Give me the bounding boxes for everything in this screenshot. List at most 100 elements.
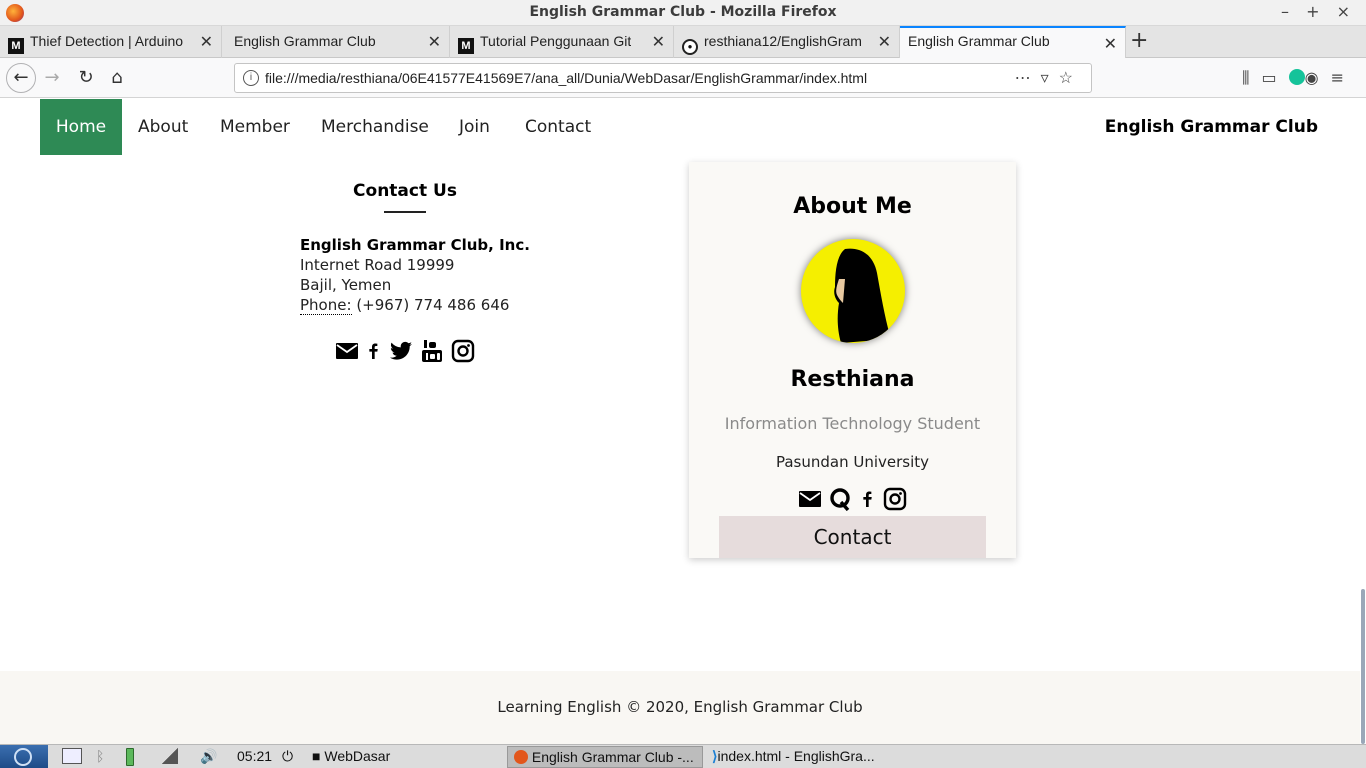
- contact-section: Contact Us English Grammar Club, Inc. In…: [280, 181, 530, 363]
- phone-value: (+967) 774 486 646: [356, 296, 510, 314]
- envelope-icon[interactable]: [335, 339, 359, 363]
- task-label: WebDasar: [324, 748, 391, 764]
- account-icon[interactable]: ◉: [1305, 68, 1331, 87]
- page-viewport: Home About Member Merchandise Join Conta…: [0, 99, 1360, 744]
- tab-close-icon[interactable]: ✕: [200, 32, 213, 52]
- page-actions-icon[interactable]: ⋯: [1015, 70, 1041, 87]
- grammarly-icon[interactable]: [1288, 69, 1305, 85]
- sidebar-icon[interactable]: ▭: [1262, 68, 1289, 87]
- heading-underline: [384, 211, 426, 213]
- quora-icon[interactable]: [829, 487, 853, 511]
- bookmark-star-icon[interactable]: ☆: [1059, 70, 1083, 87]
- forward-arrow-icon[interactable]: →: [38, 64, 66, 92]
- facebook-icon[interactable]: [366, 339, 382, 363]
- nav-home[interactable]: Home: [40, 99, 122, 155]
- card-social-links: [689, 487, 1016, 511]
- window-title: English Grammar Club - Mozilla Firefox: [529, 4, 837, 20]
- medium-icon: M: [8, 38, 24, 54]
- tab-tutorial-git[interactable]: M Tutorial Penggunaan Git ✕: [450, 26, 674, 58]
- firefox-icon: [514, 750, 528, 764]
- power-icon[interactable]: ⏻: [282, 748, 293, 765]
- profile-university: Pasundan University: [775, 453, 930, 471]
- tab-github-repo[interactable]: ● resthiana12/EnglishGram ✕: [674, 26, 900, 58]
- scrollbar-thumb[interactable]: [1361, 589, 1365, 744]
- nav-merchandise[interactable]: Merchandise: [321, 99, 429, 155]
- start-menu-button[interactable]: [0, 745, 48, 768]
- tab-thief-detection[interactable]: M Thief Detection | Arduino ✕: [0, 26, 222, 58]
- city-address: Bajil, Yemen: [300, 276, 392, 294]
- os-taskbar: ᛒ 🔊 05:21 ⏻ ■ WebDasar English Grammar C…: [0, 744, 1366, 768]
- youtube-icon[interactable]: [420, 339, 444, 363]
- about-me-card: About Me Resthiana Information Technolog…: [689, 162, 1016, 558]
- task-webdasar[interactable]: ■ WebDasar: [306, 746, 496, 768]
- task-label: index.html - EnglishGra...: [717, 748, 875, 764]
- nav-member[interactable]: Member: [220, 99, 290, 155]
- task-firefox[interactable]: English Grammar Club -...: [507, 746, 703, 768]
- twitter-icon[interactable]: [389, 339, 413, 363]
- start-icon: [14, 748, 32, 766]
- show-desktop-icon[interactable]: [62, 748, 82, 764]
- page-scrollbar[interactable]: [1360, 99, 1366, 744]
- tab-label: English Grammar Club: [234, 33, 376, 49]
- pocket-icon[interactable]: ▿: [1041, 70, 1059, 87]
- tab-close-icon[interactable]: ✕: [428, 32, 441, 52]
- task-vscode[interactable]: ⟩index.html - EnglishGra...: [706, 746, 906, 768]
- window-titlebar: English Grammar Club - Mozilla Firefox –…: [0, 0, 1366, 26]
- nav-contact[interactable]: Contact: [525, 99, 591, 155]
- network-signal-icon[interactable]: [162, 748, 178, 767]
- medium-icon: M: [458, 38, 474, 54]
- facebook-icon[interactable]: [860, 487, 876, 511]
- github-icon: ●: [682, 39, 698, 55]
- hijab-avatar-icon: [833, 248, 891, 343]
- phone-line: Phone: (+967) 774 486 646: [300, 295, 530, 315]
- card-title: About Me: [793, 194, 912, 219]
- navigation-toolbar: ← → ↻ ⌂ i file:///media/resthiana/06E415…: [0, 58, 1366, 98]
- avatar: [800, 239, 905, 343]
- tab-close-icon[interactable]: ✕: [878, 32, 891, 52]
- url-bar[interactable]: i file:///media/resthiana/06E41577E41569…: [234, 63, 1092, 93]
- task-label: English Grammar Club -...: [531, 749, 694, 765]
- info-icon[interactable]: i: [243, 70, 259, 86]
- volume-icon[interactable]: 🔊: [200, 748, 217, 765]
- menu-icon[interactable]: ≡: [1331, 68, 1356, 87]
- address-block: English Grammar Club, Inc. Internet Road…: [300, 235, 530, 315]
- home-icon[interactable]: ⌂: [103, 64, 131, 92]
- instagram-icon[interactable]: [883, 487, 907, 511]
- tab-label: English Grammar Club: [908, 33, 1050, 49]
- clock[interactable]: 05:21: [237, 748, 272, 764]
- contact-button[interactable]: Contact: [719, 516, 986, 558]
- profile-role: Information Technology Student: [724, 414, 981, 433]
- tab-english-grammar-club-active[interactable]: English Grammar Club ✕: [900, 26, 1126, 58]
- bluetooth-icon[interactable]: ᛒ: [96, 748, 104, 764]
- tab-label: resthiana12/EnglishGram: [704, 33, 862, 49]
- back-arrow-icon[interactable]: ←: [6, 63, 36, 93]
- envelope-icon[interactable]: [798, 487, 822, 511]
- reload-icon[interactable]: ↻: [72, 64, 100, 92]
- close-icon[interactable]: ×: [1337, 2, 1356, 21]
- tab-label: Thief Detection | Arduino: [30, 33, 184, 49]
- library-icon[interactable]: ⫼: [1242, 68, 1261, 87]
- toolbar-right: ⫼▭ ◉≡: [1242, 68, 1356, 88]
- tab-label: Tutorial Penggunaan Git: [480, 33, 632, 49]
- maximize-icon[interactable]: +: [1306, 2, 1325, 21]
- tab-bar: M Thief Detection | Arduino ✕ English Gra…: [0, 26, 1366, 58]
- url-text[interactable]: file:///media/resthiana/06E41577E41569E7…: [265, 70, 867, 86]
- new-tab-icon[interactable]: +: [1130, 28, 1148, 53]
- site-footer: Learning English © 2020, English Grammar…: [0, 671, 1360, 744]
- nav-about[interactable]: About: [138, 99, 188, 155]
- tab-close-icon[interactable]: ✕: [652, 32, 665, 52]
- battery-icon[interactable]: [126, 748, 134, 768]
- contact-social-links: [280, 339, 530, 363]
- instagram-icon[interactable]: [451, 339, 475, 363]
- window-controls: – + ×: [1281, 2, 1356, 21]
- street-address: Internet Road 19999: [300, 256, 455, 274]
- contact-heading: Contact Us: [353, 181, 457, 201]
- nav-join[interactable]: Join: [459, 99, 490, 155]
- minimize-icon[interactable]: –: [1281, 2, 1295, 21]
- url-actions: ⋯▿☆: [1015, 68, 1083, 88]
- site-navbar: Home About Member Merchandise Join Conta…: [40, 99, 1330, 155]
- phone-label: Phone:: [300, 296, 352, 315]
- tab-close-icon[interactable]: ✕: [1104, 34, 1117, 54]
- site-brand[interactable]: English Grammar Club: [1105, 99, 1318, 155]
- tab-english-grammar-club[interactable]: English Grammar Club ✕: [222, 26, 450, 58]
